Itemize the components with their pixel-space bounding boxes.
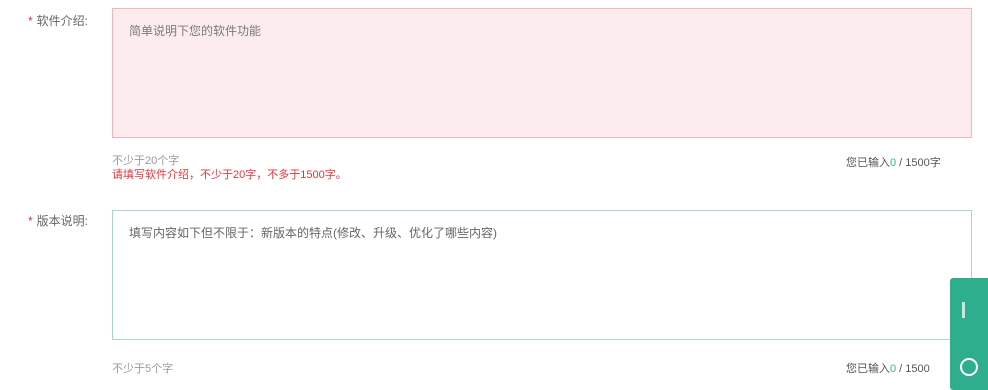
version-note-counter: 您已输入0 / 1500 [846,360,930,376]
floating-feedback-tab[interactable] [950,278,988,390]
tab-bar-decoration [962,302,965,318]
version-note-hint: 不少于5个字 [112,363,174,375]
version-note-textarea[interactable] [112,210,972,340]
software-intro-label-group: * 软件介绍: [28,12,88,29]
counter-suffix: / 1500 [896,363,930,375]
version-note-row: *版本说明: 不少于5个字 您已输入0 / 1500 [0,200,988,390]
counter-prefix: 您已输入 [846,363,890,375]
software-intro-textarea[interactable] [112,8,972,138]
counter-prefix: 您已输入 [846,157,890,169]
feedback-icon[interactable] [960,358,978,376]
software-intro-error: 请填写软件介绍，不少于20字，不多于1500字。 [112,169,347,181]
required-mark: * [28,14,33,28]
software-intro-label: 软件介绍: [36,14,89,28]
software-intro-row: *软件介绍: 不少于20个字 请填写软件介绍，不少于20字，不多于1500字。 … [0,0,988,190]
software-intro-counter: 您已输入0 / 1500字 [846,154,941,170]
required-mark: * [28,214,33,228]
version-note-label: 版本说明: [36,214,89,228]
counter-suffix: / 1500字 [896,157,941,169]
version-note-label-group: * 版本说明: [28,212,88,229]
